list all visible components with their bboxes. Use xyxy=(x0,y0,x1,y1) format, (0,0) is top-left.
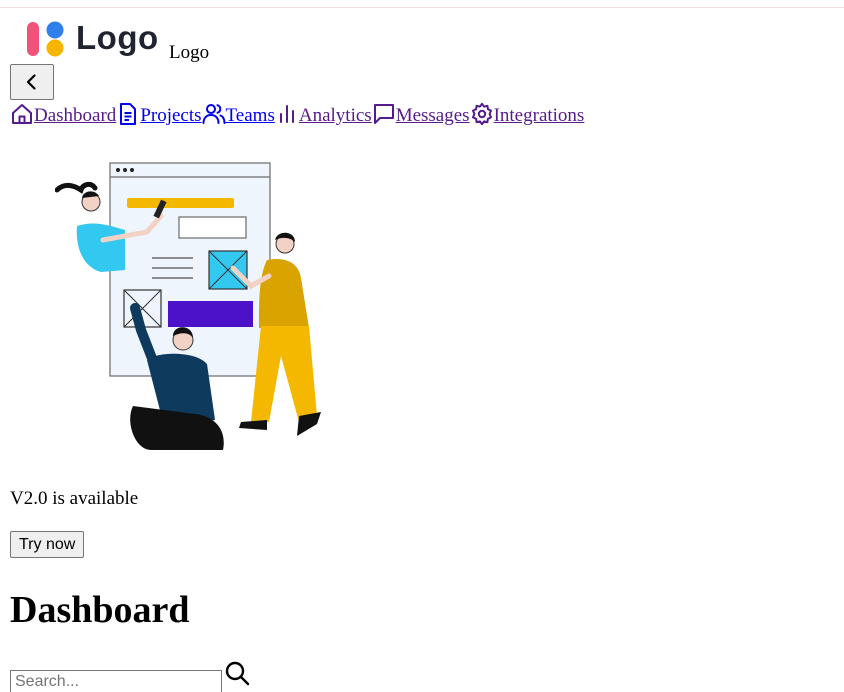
main-nav: Dashboard Projects Teams Analytics Messa… xyxy=(10,102,584,128)
page-title: Dashboard xyxy=(10,589,190,631)
nav-item-dashboard[interactable]: Dashboard xyxy=(34,104,116,128)
document-icon xyxy=(120,103,137,125)
message-icon xyxy=(373,104,394,124)
try-now-button[interactable]: Try now xyxy=(10,531,85,558)
search-input[interactable] xyxy=(10,670,222,692)
team-illustration xyxy=(55,162,321,450)
gear-icon xyxy=(471,102,492,126)
promo-text: V2.0 is available xyxy=(10,488,139,509)
home-icon xyxy=(12,104,32,124)
nav-item-teams[interactable]: Teams xyxy=(226,104,275,128)
collapse-sidebar-button[interactable] xyxy=(10,64,54,100)
nav-item-analytics[interactable]: Analytics xyxy=(299,104,372,128)
nav-item-messages[interactable]: Messages xyxy=(396,104,470,128)
nav-item-integrations[interactable]: Integrations xyxy=(494,104,585,128)
logo-alt-text: Logo xyxy=(169,42,210,63)
chevron-left-icon xyxy=(26,74,36,90)
logo-wordmark: Logo xyxy=(76,19,159,56)
top-border xyxy=(0,0,844,8)
logo-mark-icon xyxy=(27,21,64,57)
users-icon xyxy=(202,104,226,124)
search-icon[interactable] xyxy=(224,660,250,686)
nav-item-projects[interactable]: Projects xyxy=(140,104,201,128)
bar-chart-icon xyxy=(279,105,294,123)
